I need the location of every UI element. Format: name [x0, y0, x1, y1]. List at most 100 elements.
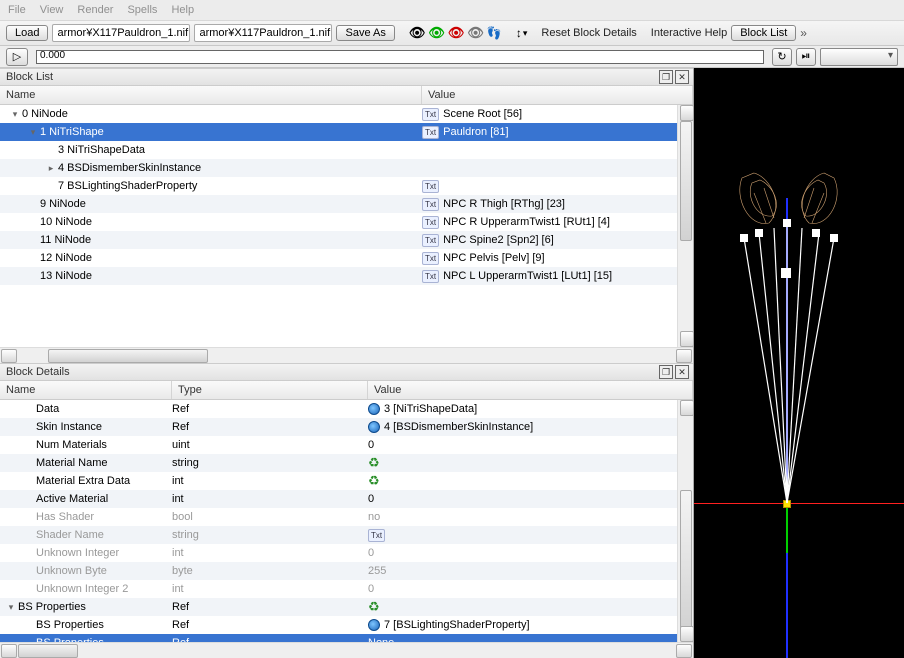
prop-type: bool — [172, 511, 368, 523]
prop-value: 0 — [368, 547, 374, 559]
blocklist-row[interactable]: ▾1 NiTriShapeTxtPauldron [81] — [0, 123, 677, 141]
blockdetails-row[interactable]: DataRef3 [NiTriShapeData] — [0, 400, 677, 418]
node-name: 13 NiNode — [40, 270, 92, 282]
footprints-icon[interactable]: 👣 — [487, 26, 502, 40]
prop-name: Material Extra Data — [36, 475, 130, 487]
recycle-icon: ♻ — [368, 599, 380, 615]
blockdetails-row[interactable]: Unknown Integerint0 — [0, 544, 677, 562]
blocklist-row[interactable]: 10 NiNodeTxtNPC R UpperarmTwist1 [RUt1] … — [0, 213, 677, 231]
menu-view[interactable]: View — [40, 4, 64, 16]
node-name: 3 NiTriShapeData — [58, 144, 145, 156]
blocklist-row[interactable]: ▸4 BSDismemberSkinInstance — [0, 159, 677, 177]
blockdetails-row[interactable]: Shader NamestringTxt — [0, 526, 677, 544]
block-list-button[interactable]: Block List — [731, 25, 796, 41]
node-value: NPC R Thigh [RThg] [23] — [443, 198, 565, 210]
prop-type: Ref — [172, 403, 368, 415]
anim-select[interactable] — [820, 48, 898, 66]
col-bd-value[interactable]: Value — [368, 381, 693, 399]
menu-file[interactable]: File — [8, 4, 26, 16]
blockdetails-row[interactable]: Unknown Integer 2int0 — [0, 580, 677, 598]
blockdetails-row[interactable]: BS PropertiesRefNone — [0, 634, 677, 642]
blockdetails-float-icon[interactable]: ❐ — [659, 365, 673, 379]
blockdetails-row[interactable]: Skin InstanceRef4 [BSDismemberSkinInstan… — [0, 418, 677, 436]
blocklist-row[interactable]: 13 NiNodeTxtNPC L UpperarmTwist1 [LUt1] … — [0, 267, 677, 285]
prop-type: Ref — [172, 601, 368, 613]
eye-black-icon[interactable]: 👁 — [409, 25, 425, 41]
blocklist-row[interactable]: 11 NiNodeTxtNPC Spine2 [Spn2] [6] — [0, 231, 677, 249]
expand-icon[interactable]: ▾ — [10, 109, 20, 120]
loop-button[interactable]: ↻ — [772, 48, 792, 66]
expand-icon[interactable]: ▾ — [6, 602, 16, 613]
blocklist-close-icon[interactable]: ✕ — [675, 70, 689, 84]
blocklist-row[interactable]: 12 NiNodeTxtNPC Pelvis [Pelv] [9] — [0, 249, 677, 267]
col-value[interactable]: Value — [422, 86, 693, 104]
menu-spells[interactable]: Spells — [127, 4, 157, 16]
prop-value: 4 [BSDismemberSkinInstance] — [384, 421, 533, 433]
eye-red-icon[interactable]: 👁 — [448, 25, 464, 41]
blocklist-header: Block List ❐ ✕ — [0, 68, 693, 86]
txt-badge-icon: Txt — [422, 126, 439, 139]
play-button[interactable]: ▷ — [6, 48, 28, 66]
blocklist-row[interactable]: ▾0 NiNodeTxtScene Root [56] — [0, 105, 677, 123]
prop-type: byte — [172, 565, 368, 577]
blockdetails-row[interactable]: Has Shaderboolno — [0, 508, 677, 526]
blockdetails-row[interactable]: ▾BS Properties Ref♻ — [0, 598, 677, 616]
prop-name: Num Materials — [36, 439, 107, 451]
blockdetails-row[interactable]: Active Materialint0 — [0, 490, 677, 508]
prop-name: Material Name — [36, 457, 108, 469]
blockdetails-hscroll[interactable] — [0, 642, 693, 658]
col-name[interactable]: Name — [0, 86, 422, 104]
node-value: NPC Spine2 [Spn2] [6] — [443, 234, 554, 246]
toolbar-overflow-icon[interactable]: » — [800, 26, 807, 40]
node-name: 7 BSLightingShaderProperty — [58, 180, 197, 192]
saveas-button[interactable]: Save As — [336, 25, 394, 41]
main-toolbar: Load armor¥X117Pauldron_1.nif armor¥X117… — [0, 20, 904, 46]
blocklist-float-icon[interactable]: ❐ — [659, 70, 673, 84]
reset-block-details-link[interactable]: Reset Block Details — [541, 27, 636, 39]
source-path-field-1[interactable]: armor¥X117Pauldron_1.nif — [52, 24, 190, 42]
blockdetails-close-icon[interactable]: ✕ — [675, 365, 689, 379]
prop-name: Has Shader — [36, 511, 94, 523]
blockdetails-row[interactable]: BS PropertiesRef7 [BSLightingShaderPrope… — [0, 616, 677, 634]
prop-name: BS Properties — [36, 619, 104, 631]
node-name: 12 NiNode — [40, 252, 92, 264]
txt-badge-icon: Txt — [422, 234, 439, 247]
prop-type: int — [172, 547, 368, 559]
blockdetails-row[interactable]: Material Extra Dataint♻ — [0, 472, 677, 490]
blocklist-row[interactable]: 7 BSLightingShaderPropertyTxt — [0, 177, 677, 195]
prop-value: 0 — [368, 439, 374, 451]
load-button[interactable]: Load — [6, 25, 48, 41]
prop-type: int — [172, 583, 368, 595]
interactive-help-link[interactable]: Interactive Help — [651, 27, 727, 39]
loop-pause-button[interactable]: ⏯ — [796, 48, 816, 66]
blocklist-row[interactable]: 9 NiNodeTxtNPC R Thigh [RThg] [23] — [0, 195, 677, 213]
prop-type: string — [172, 457, 368, 469]
arrow-toggle[interactable]: ↕▾ — [516, 26, 528, 40]
eye-green-icon[interactable]: 👁 — [428, 25, 444, 41]
blocklist-hscroll[interactable] — [0, 347, 693, 363]
blocklist-row[interactable]: 3 NiTriShapeData — [0, 141, 677, 159]
expand-icon[interactable]: ▾ — [28, 127, 38, 138]
node-name: 0 NiNode — [22, 108, 68, 120]
txt-badge-icon: Txt — [422, 108, 439, 121]
blockdetails-row[interactable]: Num Materialsuint0 — [0, 436, 677, 454]
col-bd-name[interactable]: Name — [0, 381, 172, 399]
ref-icon — [368, 403, 380, 415]
source-path-field-2[interactable]: armor¥X117Pauldron_1.nif — [194, 24, 332, 42]
menu-help[interactable]: Help — [171, 4, 194, 16]
time-slider[interactable]: 0.000 — [36, 50, 764, 64]
menu-render[interactable]: Render — [77, 4, 113, 16]
prop-name: BS Properties — [36, 637, 104, 642]
expand-icon[interactable]: ▸ — [46, 163, 56, 174]
eye-gray-icon[interactable]: 👁 — [467, 25, 483, 41]
prop-type: int — [172, 493, 368, 505]
viewport-3d[interactable] — [694, 68, 904, 658]
prop-name: BS Properties — [18, 601, 86, 613]
blockdetails-row[interactable]: Material Namestring♻ — [0, 454, 677, 472]
prop-type: Ref — [172, 421, 368, 433]
play-bar: ▷ 0.000 ↻ ⏯ — [0, 46, 904, 68]
col-bd-type[interactable]: Type — [172, 381, 368, 399]
blocklist-vscroll[interactable] — [677, 105, 693, 347]
blockdetails-row[interactable]: Unknown Bytebyte255 — [0, 562, 677, 580]
blockdetails-vscroll[interactable] — [677, 400, 693, 642]
